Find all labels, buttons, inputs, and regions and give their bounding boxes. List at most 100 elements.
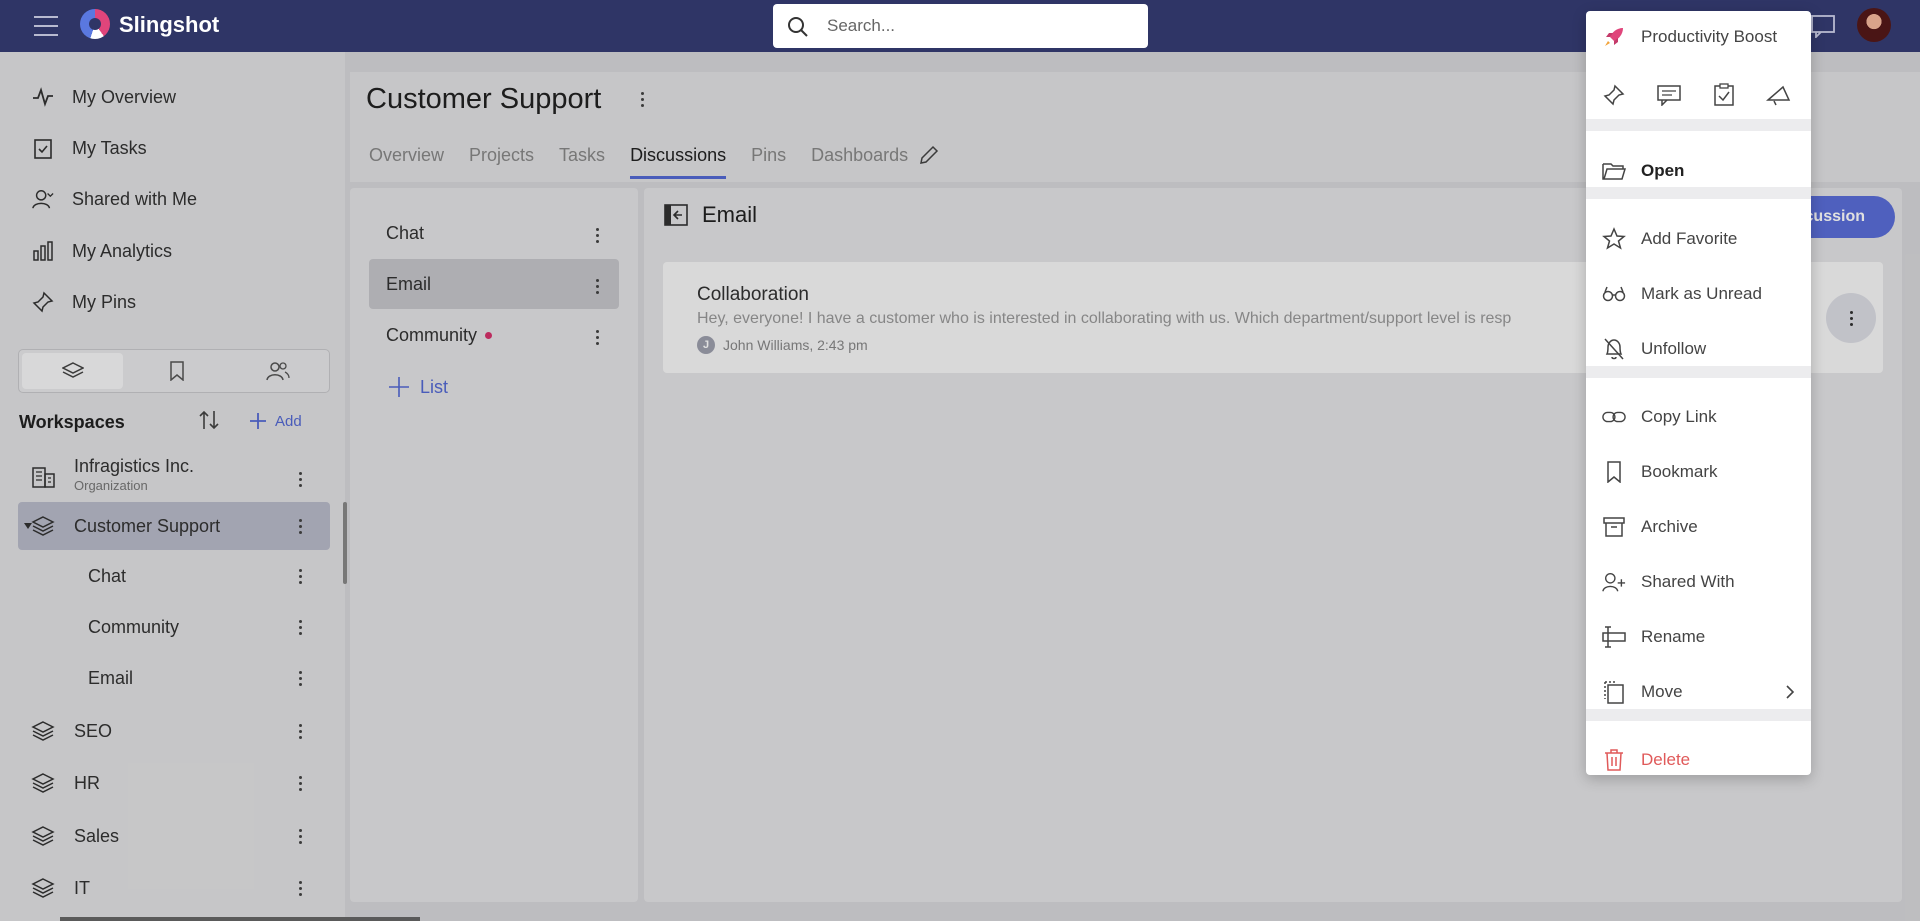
menu-divider (1586, 119, 1811, 131)
chevron-right-icon (1786, 685, 1795, 699)
list-item-chat[interactable]: Chat (369, 208, 619, 258)
workspaces-view-button[interactable] (22, 353, 124, 389)
shared-users-icon (32, 188, 54, 210)
tab-discussions[interactable]: Discussions (630, 145, 727, 179)
workspace-list-chat[interactable]: Chat (18, 552, 330, 600)
tab-pins[interactable]: Pins (751, 145, 786, 179)
list-label: Chat (88, 565, 127, 586)
tab-overview[interactable]: Overview (369, 145, 444, 179)
workspace-more-icon[interactable] (298, 517, 302, 535)
quick-pin-button[interactable] (1586, 77, 1641, 113)
sidebar-scrollbar[interactable] (343, 502, 347, 584)
menu-mark-unread[interactable]: Mark as Unread (1586, 274, 1811, 314)
nav-my-tasks[interactable]: My Tasks (32, 133, 147, 163)
nav-label: My Analytics (72, 240, 173, 261)
nav-label: My Overview (72, 86, 177, 107)
bookmarks-view-button[interactable] (126, 350, 227, 392)
menu-open[interactable]: Open (1586, 151, 1811, 191)
workspace-more-icon[interactable] (298, 774, 302, 792)
quick-discussion-button[interactable] (1641, 77, 1696, 113)
messages-icon[interactable] (1810, 14, 1836, 38)
workspace-customer-support[interactable]: Customer Support (18, 502, 330, 550)
tab-projects[interactable]: Projects (469, 145, 534, 179)
add-label: Add (275, 412, 302, 430)
megaphone-icon (1765, 85, 1790, 106)
workspace-options-icon[interactable] (640, 90, 644, 108)
add-list-button[interactable]: List (388, 376, 448, 398)
task-icon (32, 137, 54, 159)
list-more-icon[interactable] (298, 669, 302, 687)
layers-icon (30, 823, 56, 849)
quick-announce-button[interactable] (1751, 77, 1806, 113)
nav-my-pins[interactable]: My Pins (32, 287, 136, 317)
menu-header-label: Productivity Boost (1641, 27, 1778, 46)
building-icon (30, 463, 56, 489)
list-more-icon[interactable] (595, 328, 599, 346)
add-workspace-button[interactable]: Add (249, 412, 302, 430)
nav-my-overview[interactable]: My Overview (32, 82, 176, 112)
nav-my-analytics[interactable]: My Analytics (32, 236, 172, 266)
menu-shared-with[interactable]: Shared With (1586, 562, 1811, 602)
menu-unfollow[interactable]: Unfollow (1586, 329, 1811, 369)
slingshot-logo-icon[interactable] (80, 9, 110, 39)
quick-task-button[interactable] (1696, 77, 1751, 113)
author-avatar: J (697, 336, 715, 354)
workspace-more-icon[interactable] (298, 722, 302, 740)
workspace-more-icon[interactable] (298, 470, 302, 488)
analytics-icon (32, 240, 54, 262)
menu-label: Unfollow (1641, 339, 1707, 358)
bookmark-icon (170, 361, 184, 381)
user-avatar[interactable] (1857, 8, 1891, 42)
menu-copy-link[interactable]: Copy Link (1586, 397, 1811, 437)
search-input[interactable] (827, 4, 1127, 48)
list-more-icon[interactable] (298, 567, 302, 585)
task-icon (1713, 83, 1734, 106)
menu-delete[interactable]: Delete (1586, 740, 1811, 780)
menu-label: Move (1641, 682, 1683, 701)
link-icon (1602, 405, 1626, 429)
search-box[interactable] (773, 4, 1148, 48)
list-item-community[interactable]: Community (369, 310, 619, 360)
edit-tabs-icon[interactable] (918, 144, 940, 166)
layers-icon (30, 770, 56, 796)
hamburger-menu-icon[interactable] (34, 16, 58, 36)
rocket-icon (1602, 25, 1626, 49)
new-discussion-label: cussion (1804, 208, 1865, 225)
nav-shared-with-me[interactable]: Shared with Me (32, 184, 197, 214)
context-menu: Productivity Boost Open Add Favorite Mar… (1586, 11, 1811, 775)
list-more-icon[interactable] (298, 618, 302, 636)
tab-tasks[interactable]: Tasks (559, 145, 605, 179)
workspace-more-icon[interactable] (298, 879, 302, 897)
list-more-icon[interactable] (595, 226, 599, 244)
collapse-panel-icon[interactable] (663, 203, 689, 227)
app-brand[interactable]: Slingshot (119, 12, 219, 38)
more-vertical-icon (1849, 309, 1853, 327)
list-more-icon[interactable] (595, 277, 599, 295)
trash-icon (1602, 748, 1626, 772)
workspaces-heading: Workspaces (19, 412, 125, 432)
workspace-seo[interactable]: SEO (18, 707, 330, 755)
menu-move[interactable]: Move (1586, 672, 1811, 712)
menu-archive[interactable]: Archive (1586, 507, 1811, 547)
sort-icon[interactable] (197, 408, 221, 432)
menu-rename[interactable]: Rename (1586, 617, 1811, 657)
workspace-list-email[interactable]: Email (18, 654, 330, 702)
workspace-more-icon[interactable] (298, 827, 302, 845)
list-item-email[interactable]: Email (369, 259, 619, 309)
workspace-list-community[interactable]: Community (18, 603, 330, 651)
workspace-label: HR (74, 772, 100, 793)
people-icon (266, 362, 290, 381)
people-view-button[interactable] (228, 350, 329, 392)
discussion-more-button[interactable] (1826, 293, 1876, 343)
discussion-list-title: Email (702, 202, 758, 227)
list-label: Email (88, 667, 134, 688)
sidebar-view-switcher (18, 349, 330, 393)
workspace-label: IT (74, 877, 90, 898)
workspace-sales[interactable]: Sales (18, 812, 330, 860)
menu-add-favorite[interactable]: Add Favorite (1586, 219, 1811, 259)
workspace-hr[interactable]: HR (18, 759, 330, 807)
workspace-it[interactable]: IT (18, 864, 330, 912)
workspace-infragistics[interactable]: Infragistics Inc. Organization (18, 450, 330, 502)
tab-dashboards[interactable]: Dashboards (811, 145, 908, 179)
menu-bookmark[interactable]: Bookmark (1586, 452, 1811, 492)
